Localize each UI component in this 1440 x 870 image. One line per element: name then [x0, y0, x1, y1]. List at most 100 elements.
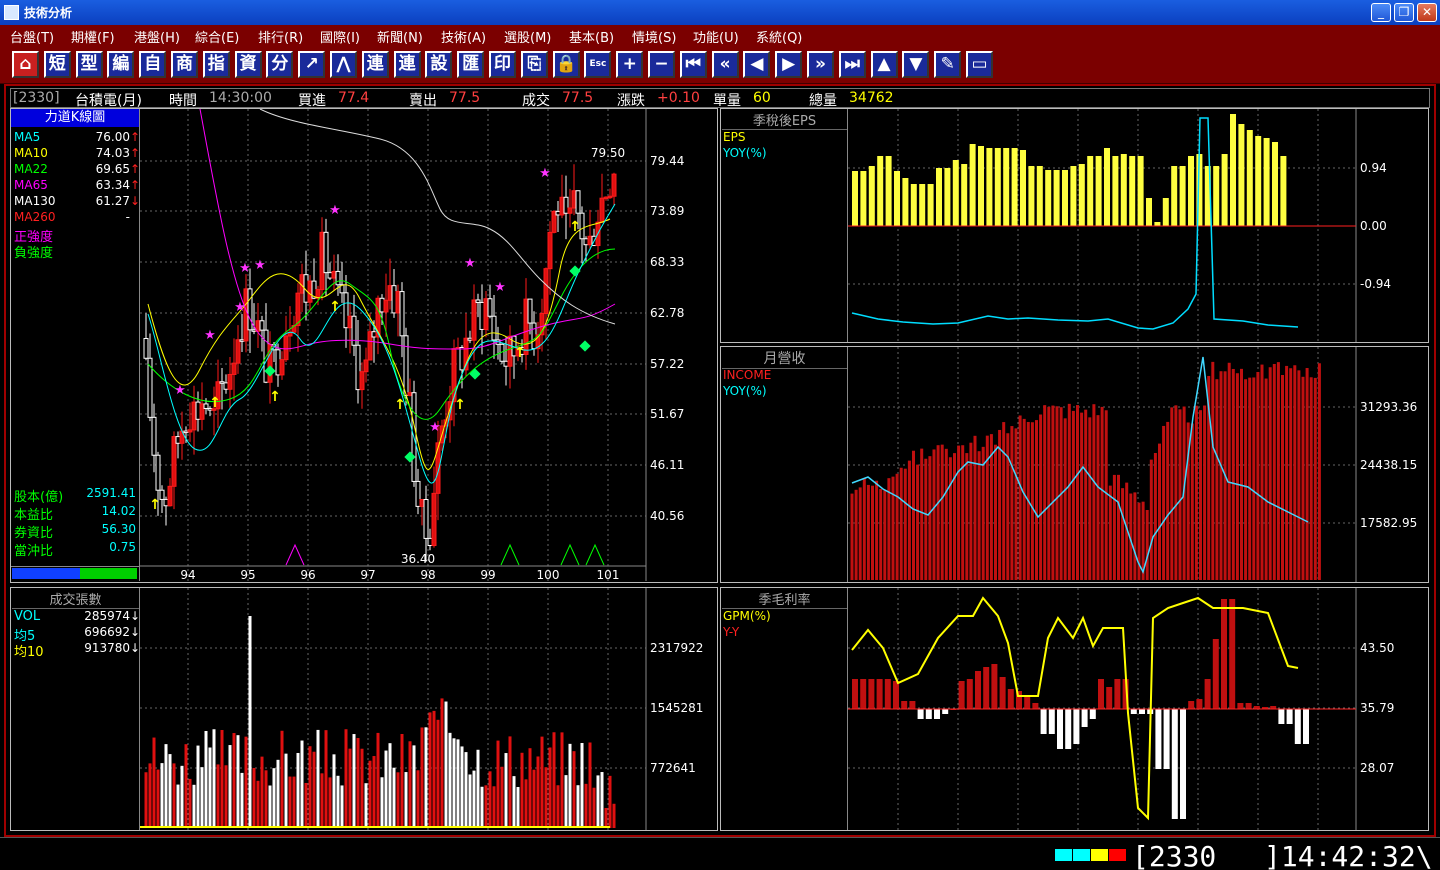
- revenue-chart[interactable]: 31293.36 24438.15 17582.95: [848, 347, 1428, 582]
- toolbar-button-5[interactable]: 商: [171, 51, 198, 78]
- status-stock-code[interactable]: [2330_: [1132, 840, 1233, 870]
- toolbar-button-18[interactable]: Esc: [584, 51, 612, 78]
- toolbar-button-27[interactable]: ▲: [870, 51, 898, 78]
- toolbar-button-29[interactable]: ✎: [934, 51, 962, 78]
- volume-bar: [208, 747, 212, 828]
- revenue-bar: [940, 444, 944, 580]
- toolbar-button-2[interactable]: 型: [75, 51, 103, 78]
- gpm-yy-bar: [893, 681, 899, 709]
- menu-item-6[interactable]: 新聞(N): [377, 27, 423, 46]
- menu-item-5[interactable]: 國際(I): [320, 27, 360, 46]
- revenue-bar: [928, 456, 932, 580]
- kline-title[interactable]: 力道K線圖: [11, 109, 139, 127]
- toolbar-button-6[interactable]: 指: [202, 51, 230, 78]
- gpm-yy-bar: [868, 679, 875, 709]
- volume-chart[interactable]: 2317922 1545281 772641: [140, 588, 717, 830]
- revenue-bar: [1022, 418, 1026, 580]
- toolbar-button-10[interactable]: ⋀: [330, 51, 357, 78]
- volume-bar: [280, 730, 284, 828]
- gpm-legend-1: Y-Y: [723, 625, 740, 639]
- eps-bar: [936, 168, 942, 226]
- gpm-yy-bar: [1155, 709, 1162, 769]
- candle-body: [487, 298, 493, 317]
- toolbar-button-8[interactable]: 分: [266, 51, 294, 78]
- menu-item-10[interactable]: 情境(S): [632, 27, 676, 46]
- menu-item-8[interactable]: 選股(M): [504, 27, 551, 46]
- toolbar-button-1[interactable]: 短: [43, 51, 71, 78]
- volume-bar: [484, 785, 488, 828]
- gpm-yy-bar: [1040, 709, 1047, 734]
- menu-item-7[interactable]: 技術(A): [441, 27, 486, 46]
- toolbar-button-3[interactable]: 編: [107, 51, 135, 78]
- gpm-yy-bar: [975, 671, 981, 709]
- candle-body: [587, 235, 593, 246]
- eps-bar: [1137, 156, 1144, 226]
- toolbar-button-0[interactable]: ⌂: [12, 51, 39, 78]
- toolbar-button-23[interactable]: ◀: [743, 51, 771, 78]
- toolbar-button-21[interactable]: ⏮: [679, 51, 707, 78]
- menu-item-1[interactable]: 期權(F): [71, 27, 115, 46]
- volume-bar: [460, 746, 464, 828]
- eps-bar: [1053, 170, 1060, 226]
- eps-bar: [1028, 166, 1035, 226]
- menu-item-11[interactable]: 功能(U): [693, 27, 739, 46]
- toolbar-button-19[interactable]: +: [616, 51, 644, 78]
- kline-chart[interactable]: 79.44 73.89 68.33 62.78 57.22 51.67 46.11 40.56…: [140, 109, 717, 581]
- toolbar-button-17[interactable]: 🔒: [552, 51, 580, 78]
- eps-chart[interactable]: 0.94 0.00 -0.94: [848, 109, 1428, 342]
- toolbar-button-24[interactable]: ▶: [775, 51, 803, 78]
- revenue-bar: [1035, 420, 1038, 580]
- toolbar-button-26[interactable]: ⏭: [838, 51, 866, 78]
- candle-body: [335, 270, 341, 286]
- menu-item-3[interactable]: 綜合(E): [195, 27, 239, 46]
- volume-legend-label-0: VOL: [14, 609, 41, 624]
- ma-arrow-ma10: ↑: [130, 146, 141, 160]
- revenue-bar: [1272, 363, 1276, 580]
- toolbar-button-9[interactable]: ↗: [298, 51, 326, 78]
- revenue-bar: [1231, 368, 1235, 580]
- gpm-yy-bar: [1196, 699, 1203, 709]
- revenue-bar: [944, 448, 948, 580]
- toolbar-button-4[interactable]: 自: [139, 51, 167, 78]
- candle-body: [471, 299, 477, 341]
- toolbar-button-12[interactable]: 連: [393, 51, 421, 78]
- menu-item-9[interactable]: 基本(B): [569, 27, 614, 46]
- volume-bar: [360, 748, 364, 828]
- menu-item-0[interactable]: 台盤(T): [10, 27, 54, 46]
- revenue-bar: [977, 451, 981, 580]
- gpm-yy-bar: [1171, 709, 1178, 819]
- toolbar-button-30[interactable]: ▭: [966, 51, 993, 78]
- volume-bar: [572, 751, 576, 828]
- minimize-button[interactable]: _: [1371, 3, 1391, 22]
- gpm-yy-bar: [1188, 701, 1195, 709]
- volume-bar: [156, 769, 160, 828]
- strength-bar-blue: [12, 568, 80, 579]
- volume-bar: [256, 780, 260, 828]
- volume-bar: [312, 751, 316, 828]
- menu-item-2[interactable]: 港盤(H): [134, 27, 180, 46]
- toolbar-button-16[interactable]: ⎘: [520, 51, 548, 78]
- revenue-bar: [1149, 459, 1153, 580]
- toolbar-button-14[interactable]: 匯: [457, 51, 485, 78]
- toolbar-button-25[interactable]: »: [807, 51, 834, 78]
- eps-bar: [868, 166, 875, 226]
- menu-item-4[interactable]: 排行(R): [258, 27, 303, 46]
- toolbar-button-13[interactable]: 設: [425, 51, 453, 78]
- close-button[interactable]: ✕: [1417, 3, 1437, 22]
- volume-bar: [288, 776, 292, 828]
- toolbar-button-28[interactable]: ▼: [902, 51, 930, 78]
- gpm-chart[interactable]: 43.50 35.79 28.07: [848, 588, 1428, 830]
- revenue-bar: [1043, 405, 1047, 580]
- restore-button[interactable]: ❐: [1394, 3, 1414, 22]
- signal-diamond-3: [569, 265, 581, 277]
- toolbar-button-22[interactable]: «: [711, 51, 739, 78]
- candle-body: [611, 173, 617, 197]
- ma-value-ma22: 69.65: [95, 162, 130, 176]
- toolbar-button-20[interactable]: −: [648, 51, 675, 78]
- volume-bar: [520, 752, 524, 828]
- toolbar-button-11[interactable]: 連: [361, 51, 389, 78]
- menu-item-12[interactable]: 系統(Q): [756, 27, 802, 46]
- toolbar-button-7[interactable]: 資: [234, 51, 262, 78]
- toolbar-button-15[interactable]: 印: [489, 51, 516, 78]
- gpm-yy-bar: [1065, 709, 1072, 749]
